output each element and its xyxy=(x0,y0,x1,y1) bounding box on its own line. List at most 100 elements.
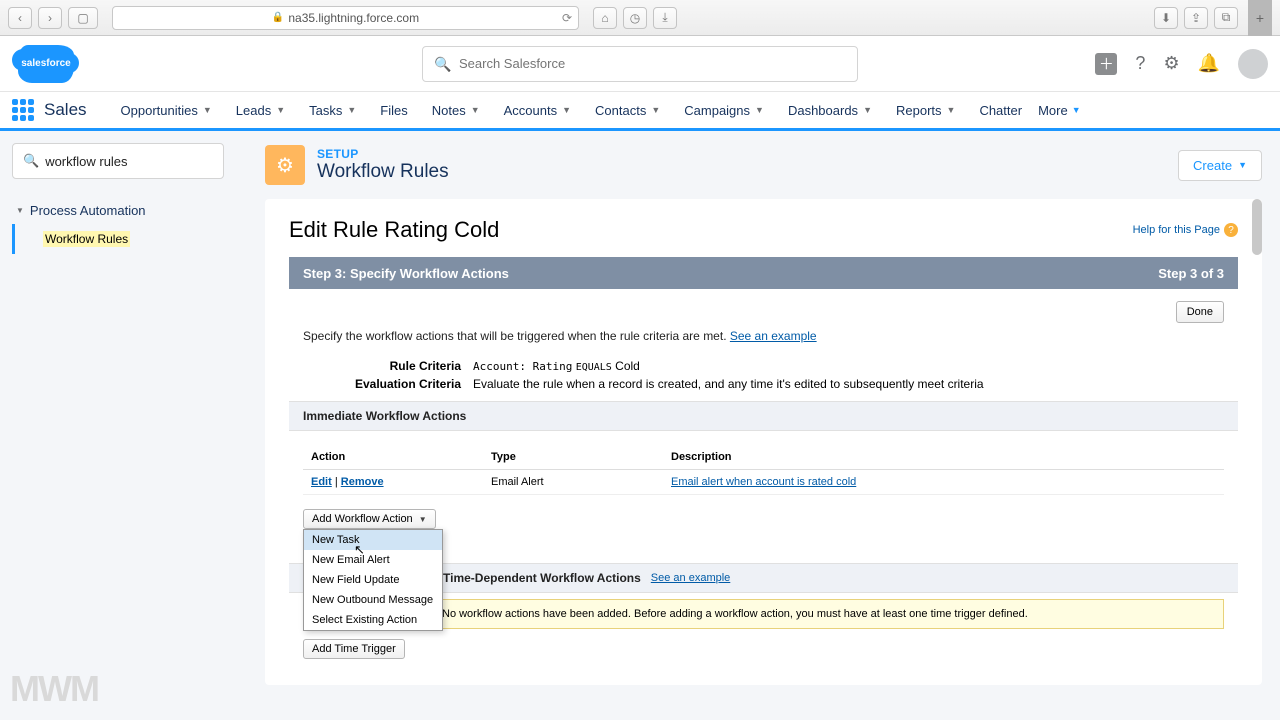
col-description: Description xyxy=(663,445,1224,470)
browser-chrome: ‹ › ▢ 🔒 na35.lightning.force.com ⟳ ⌂ ◷ ⤓… xyxy=(0,0,1280,36)
tree-section-label: Process Automation xyxy=(30,203,146,218)
nav-reports[interactable]: Reports▼ xyxy=(884,90,967,130)
rule-criteria-value: Cold xyxy=(615,359,640,373)
watermark: MWM xyxy=(10,668,98,710)
chevron-down-icon: ▼ xyxy=(755,105,764,115)
new-tab-button[interactable]: + xyxy=(1248,0,1272,36)
forward-button[interactable]: › xyxy=(38,7,62,29)
app-name: Sales xyxy=(44,100,87,120)
time-dep-see-example-link[interactable]: See an example xyxy=(651,572,731,584)
step-bar: Step 3: Specify Workflow Actions Step 3 … xyxy=(289,257,1238,289)
chevron-down-icon: ▼ xyxy=(419,515,427,524)
global-search-input[interactable] xyxy=(422,46,858,82)
chevron-down-icon: ▼ xyxy=(562,105,571,115)
create-button[interactable]: Create▼ xyxy=(1178,150,1262,181)
avatar[interactable] xyxy=(1238,49,1268,79)
chevron-down-icon: ▼ xyxy=(347,105,356,115)
col-action: Action xyxy=(303,445,483,470)
chevron-down-icon: ▼ xyxy=(16,206,24,215)
instruction-text: Specify the workflow actions that will b… xyxy=(289,329,1238,353)
history-button[interactable]: ◷ xyxy=(623,7,647,29)
dropdown-new-outbound-message[interactable]: New Outbound Message xyxy=(304,590,442,610)
app-launcher-button[interactable] xyxy=(12,99,34,121)
rule-heading: Edit Rule Rating Cold xyxy=(289,217,1238,243)
add-workflow-action-button[interactable]: Add Workflow Action▼ xyxy=(303,509,436,529)
global-actions-button[interactable]: ＋ xyxy=(1095,53,1117,75)
download-button[interactable]: ⬇ xyxy=(1154,7,1178,29)
page-title: Workflow Rules xyxy=(317,161,449,183)
address-bar[interactable]: 🔒 na35.lightning.force.com ⟳ xyxy=(112,6,579,30)
tree-item-label: Workflow Rules xyxy=(43,231,130,247)
nav-notes[interactable]: Notes▼ xyxy=(420,90,492,130)
dropdown-new-field-update[interactable]: New Field Update xyxy=(304,570,442,590)
setup-label: SETUP xyxy=(317,147,449,161)
nav-dashboards[interactable]: Dashboards▼ xyxy=(776,90,884,130)
chevron-down-icon: ▼ xyxy=(471,105,480,115)
dropdown-new-task[interactable]: New Task xyxy=(304,530,442,550)
nav-contacts[interactable]: Contacts▼ xyxy=(583,90,672,130)
sidebar-toggle-button[interactable]: ▢ xyxy=(68,7,98,29)
search-icon: 🔍 xyxy=(23,153,39,169)
col-type: Type xyxy=(483,445,663,470)
section-immediate-actions: Immediate Workflow Actions xyxy=(289,401,1238,431)
rule-criteria-field: Account: Rating xyxy=(473,360,572,373)
nav-accounts[interactable]: Accounts▼ xyxy=(492,90,583,130)
quick-find-value: workflow rules xyxy=(45,154,127,169)
action-description-link[interactable]: Email alert when account is rated cold xyxy=(671,476,856,488)
back-button[interactable]: ‹ xyxy=(8,7,32,29)
help-link[interactable]: Help for this Page? xyxy=(1133,223,1238,237)
tabs-button[interactable]: ⧉ xyxy=(1214,7,1238,29)
setup-gear-icon[interactable]: ⚙ xyxy=(1163,53,1179,74)
action-type: Email Alert xyxy=(483,470,663,495)
add-action-dropdown: New Task ↖ New Email Alert New Field Upd… xyxy=(303,529,443,631)
lock-icon: 🔒 xyxy=(272,12,284,23)
edit-link[interactable]: Edit xyxy=(311,476,332,488)
tree-section-process-automation[interactable]: ▼ Process Automation xyxy=(12,197,243,224)
setup-sidebar: 🔍 workflow rules ▼ Process Automation Wo… xyxy=(0,131,255,720)
nav-leads[interactable]: Leads▼ xyxy=(224,90,297,130)
remove-link[interactable]: Remove xyxy=(341,476,384,488)
table-row: Edit | Remove Email Alert Email alert wh… xyxy=(303,470,1224,495)
nav-files[interactable]: Files xyxy=(368,90,419,130)
dropdown-select-existing-action[interactable]: Select Existing Action xyxy=(304,610,442,630)
nav-more[interactable]: More▼ xyxy=(1038,103,1081,118)
quick-find-input[interactable]: 🔍 workflow rules xyxy=(12,143,224,179)
done-button[interactable]: Done xyxy=(1176,301,1224,323)
see-example-link[interactable]: See an example xyxy=(730,329,817,343)
share-button[interactable]: ⇪ xyxy=(1184,7,1208,29)
setup-gear-icon: ⚙ xyxy=(265,145,305,185)
notifications-icon[interactable]: 🔔 xyxy=(1198,53,1220,74)
rule-criteria-label: Rule Criteria xyxy=(303,359,473,373)
nav-opportunities[interactable]: Opportunities▼ xyxy=(109,90,224,130)
nav-tasks[interactable]: Tasks▼ xyxy=(297,90,368,130)
scrollbar[interactable] xyxy=(1252,199,1262,255)
home-button[interactable]: ⌂ xyxy=(593,7,617,29)
chevron-down-icon: ▼ xyxy=(1238,160,1247,170)
search-icon: 🔍 xyxy=(434,56,451,73)
rule-criteria-operator: EQUALS xyxy=(576,362,612,373)
help-icon[interactable]: ? xyxy=(1135,53,1145,74)
salesforce-header: salesforce 🔍 ＋ ? ⚙ 🔔 xyxy=(0,36,1280,91)
app-nav: Sales Opportunities▼ Leads▼ Tasks▼ Files… xyxy=(0,91,1280,131)
evaluation-criteria-value: Evaluate the rule when a record is creat… xyxy=(473,377,1224,391)
chevron-down-icon: ▼ xyxy=(276,105,285,115)
nav-chatter[interactable]: Chatter xyxy=(967,90,1034,130)
tree-item-workflow-rules[interactable]: Workflow Rules xyxy=(12,224,243,254)
nav-campaigns[interactable]: Campaigns▼ xyxy=(672,90,776,130)
content-panel: Help for this Page? Edit Rule Rating Col… xyxy=(265,199,1262,685)
chevron-down-icon: ▼ xyxy=(203,105,212,115)
step-progress: Step 3 of 3 xyxy=(1158,266,1224,281)
chevron-down-icon: ▼ xyxy=(651,105,660,115)
chevron-down-icon: ▼ xyxy=(947,105,956,115)
add-time-trigger-button[interactable]: Add Time Trigger xyxy=(303,639,405,659)
step-title: Step 3: Specify Workflow Actions xyxy=(303,266,509,281)
chevron-down-icon: ▼ xyxy=(863,105,872,115)
evaluation-criteria-label: Evaluation Criteria xyxy=(303,377,473,391)
dropdown-new-email-alert[interactable]: New Email Alert xyxy=(304,550,442,570)
salesforce-logo[interactable]: salesforce xyxy=(18,45,74,83)
downloads-tray-button[interactable]: ⤓ xyxy=(653,7,677,29)
chevron-down-icon: ▼ xyxy=(1072,105,1081,115)
help-icon: ? xyxy=(1224,223,1238,237)
reload-icon[interactable]: ⟳ xyxy=(562,11,572,25)
actions-table: Action Type Description Edit | Remove Em… xyxy=(303,445,1224,495)
